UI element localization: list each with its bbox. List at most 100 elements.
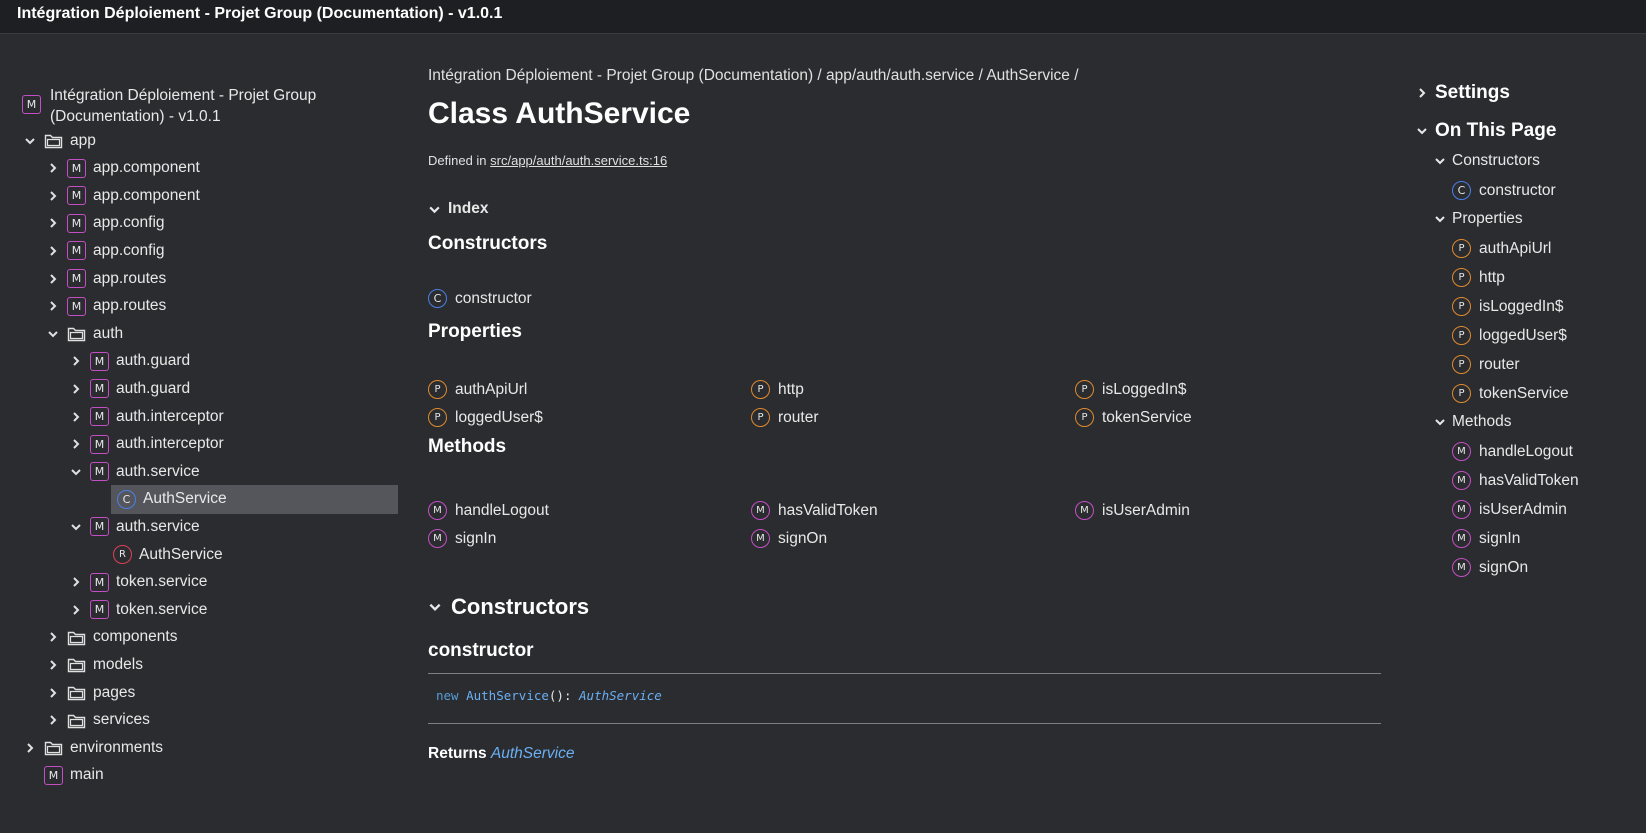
nav-item[interactable]: Mtoken.service (68, 595, 207, 624)
nav-item-label: token.service (116, 573, 208, 591)
constructors-section-toggle[interactable]: Constructors (428, 594, 589, 620)
toc-group-toggle[interactable]: Properties (1434, 210, 1523, 228)
module-icon: M (67, 269, 86, 288)
breadcrumb-project[interactable]: Intégration Déploiement - Projet Group (… (428, 67, 813, 84)
nav-item-label: auth.interceptor (116, 435, 224, 453)
index-method-link[interactable]: MisUserAdmin (1075, 501, 1190, 520)
nav-item[interactable]: C AuthService (111, 484, 398, 514)
nav-item[interactable]: Mmain (22, 761, 104, 790)
nav-item[interactable]: models (45, 650, 143, 679)
toc-item[interactable]: MhandleLogout (1452, 442, 1573, 461)
index-property-link[interactable]: PloggedUser$ (428, 408, 543, 427)
returns-label: Returns (428, 745, 487, 762)
nav-item[interactable]: Mapp.routes (45, 292, 166, 321)
toc-item-label: tokenService (1479, 384, 1569, 402)
nav-item[interactable]: R AuthService (91, 540, 223, 569)
nav-item[interactable]: environments (22, 733, 163, 762)
toc-group-toggle[interactable]: Constructors (1434, 152, 1540, 170)
breadcrumb-module[interactable]: app/auth/auth.service (826, 67, 974, 84)
index-constructor-link[interactable]: Cconstructor (428, 289, 532, 308)
chevron-right-icon[interactable] (45, 300, 61, 312)
chevron-right-icon[interactable] (45, 687, 61, 699)
chevron-right-icon[interactable] (45, 659, 61, 671)
chevron-right-icon[interactable] (45, 162, 61, 174)
source-link[interactable]: src/app/auth/auth.service.ts:16 (490, 153, 667, 168)
chevron-right-icon[interactable] (68, 604, 84, 616)
nav-item[interactable]: Mauth.guard (68, 374, 190, 403)
chevron-right-icon[interactable] (68, 576, 84, 588)
nav-item[interactable]: components (45, 623, 177, 652)
chevron-right-icon[interactable] (68, 383, 84, 395)
nav-item[interactable]: Mapp.component (45, 154, 200, 183)
index-property-link[interactable]: Phttp (751, 380, 804, 399)
chevron-down-icon (429, 206, 440, 213)
nav-item[interactable]: Mauth.service (68, 512, 200, 541)
sig-type[interactable]: AuthService (579, 688, 662, 703)
chevron-right-icon[interactable] (45, 631, 61, 643)
chevron-down-icon[interactable] (22, 135, 38, 147)
chevron-right-icon[interactable] (45, 273, 61, 285)
toc-item[interactable]: PisLoggedIn$ (1452, 297, 1563, 316)
index-toggle[interactable]: Index (428, 200, 488, 218)
toc-item[interactable]: Phttp (1452, 268, 1505, 287)
nav-item[interactable]: Mauth.guard (68, 347, 190, 376)
nav-item-label: auth.interceptor (116, 407, 224, 425)
nav-item[interactable]: Mauth.interceptor (68, 402, 224, 431)
toc-item[interactable]: PloggedUser$ (1452, 326, 1567, 345)
chevron-down-icon[interactable] (45, 328, 61, 340)
settings-toggle[interactable]: Settings (1416, 82, 1510, 104)
toc-item[interactable]: Cconstructor (1452, 181, 1556, 200)
toc-item[interactable]: MhasValidToken (1452, 471, 1579, 490)
toc-item[interactable]: MsignOn (1452, 558, 1528, 577)
index-property-link[interactable]: PauthApiUrl (428, 380, 527, 399)
chevron-down-icon[interactable] (68, 521, 84, 533)
nav-item[interactable]: Mapp.component (45, 181, 200, 210)
chevron-right-icon[interactable] (45, 714, 61, 726)
index-property-link[interactable]: PisLoggedIn$ (1075, 380, 1186, 399)
nav-item[interactable]: services (45, 706, 150, 735)
toc-item[interactable]: Prouter (1452, 355, 1520, 374)
returns-type-link[interactable]: AuthService (491, 745, 575, 762)
nav-item[interactable]: pages (45, 678, 135, 707)
property-icon: P (428, 408, 447, 427)
nav-root-link[interactable]: M Intégration Déploiement - Projet Group… (22, 85, 342, 127)
nav-item[interactable]: auth (45, 319, 123, 348)
chevron-right-icon[interactable] (68, 355, 84, 367)
nav-item[interactable]: Mauth.service (68, 457, 200, 486)
index-property-link[interactable]: Prouter (751, 408, 819, 427)
index-property-link[interactable]: PtokenService (1075, 408, 1192, 427)
nav-item[interactable]: Mauth.interceptor (68, 430, 224, 459)
toc-group-toggle[interactable]: Methods (1434, 413, 1511, 431)
chevron-right-icon[interactable] (45, 190, 61, 202)
index-method-link[interactable]: MsignIn (428, 529, 496, 548)
method-icon: M (1452, 529, 1471, 548)
module-icon: M (44, 765, 63, 785)
nav-item[interactable]: Mtoken.service (68, 568, 207, 597)
nav-item[interactable]: Mapp.routes (45, 264, 166, 293)
chevron-right-icon[interactable] (45, 217, 61, 229)
constructor-icon: C (428, 289, 447, 308)
toc-item[interactable]: MsignIn (1452, 529, 1520, 548)
chevron-right-icon[interactable] (45, 245, 61, 257)
module-icon: M (67, 158, 86, 178)
nav-item[interactable]: app (22, 126, 96, 155)
chevron-down-icon[interactable] (68, 466, 84, 478)
chevron-right-icon[interactable] (68, 438, 84, 450)
toc-item[interactable]: PtokenService (1452, 384, 1569, 403)
constructor-icon: C (1452, 181, 1471, 200)
index-method-link[interactable]: MhandleLogout (428, 501, 549, 520)
divider (428, 673, 1381, 674)
folder-icon (67, 712, 86, 729)
index-method-link[interactable]: MsignOn (751, 529, 827, 548)
nav-item[interactable]: Mapp.config (45, 209, 165, 238)
toc-item[interactable]: MisUserAdmin (1452, 500, 1567, 519)
chevron-right-icon[interactable] (22, 742, 38, 754)
nav-item[interactable]: Mapp.config (45, 236, 165, 265)
breadcrumb-class[interactable]: AuthService (986, 67, 1070, 84)
folder-icon (44, 132, 63, 149)
chevron-right-icon[interactable] (68, 411, 84, 423)
index-method-link[interactable]: MhasValidToken (751, 501, 878, 520)
toc-item[interactable]: PauthApiUrl (1452, 239, 1551, 258)
on-this-page-toggle[interactable]: On This Page (1416, 120, 1556, 142)
folder-icon (67, 629, 86, 646)
